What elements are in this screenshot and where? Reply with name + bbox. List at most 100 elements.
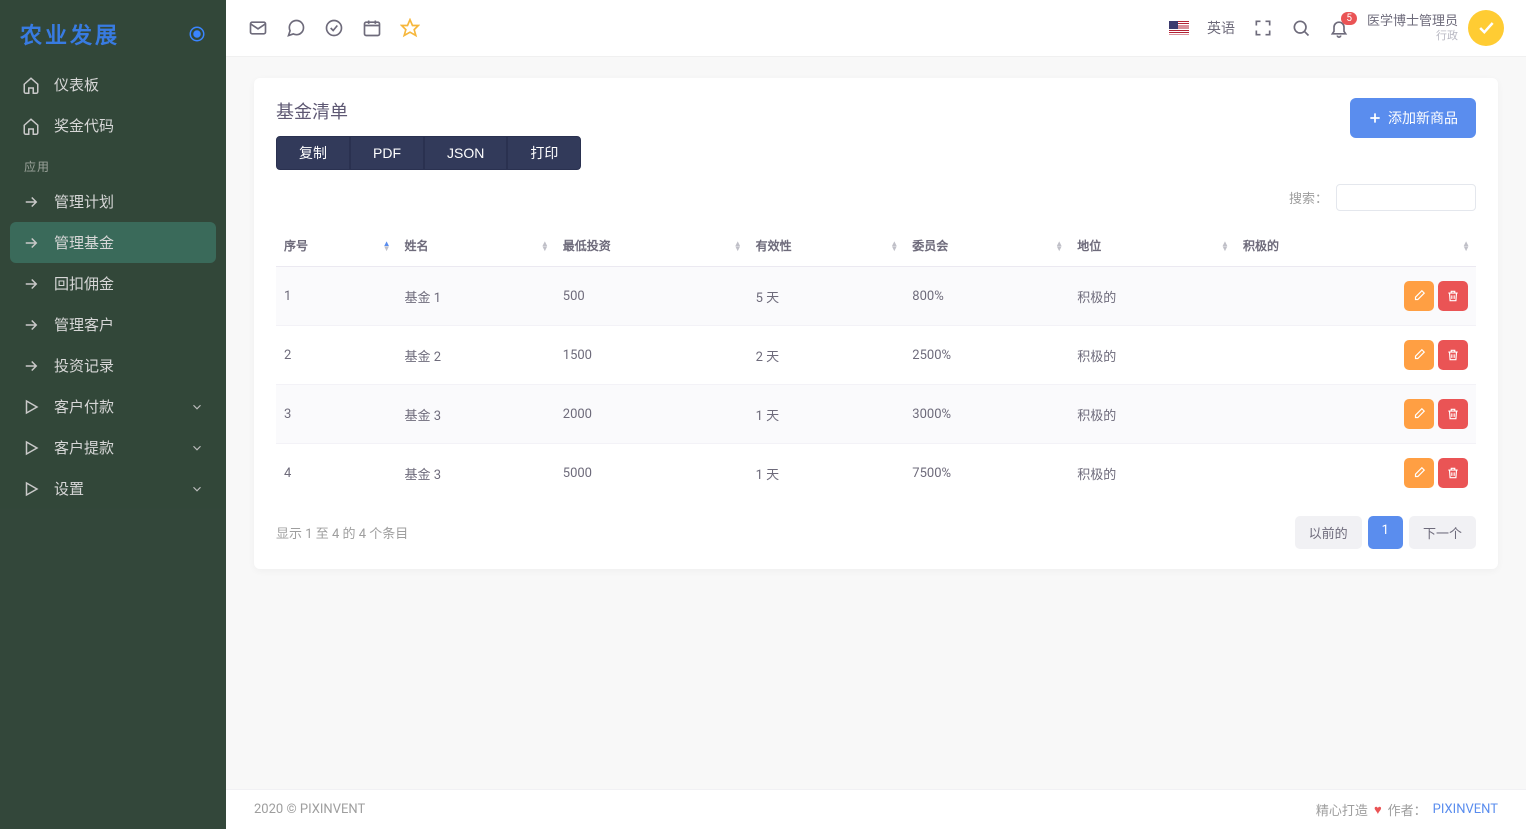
chevron-down-icon — [190, 441, 204, 455]
search-label: 搜索： — [1289, 188, 1328, 207]
search-row: 搜索： — [276, 184, 1476, 211]
avatar — [1468, 10, 1504, 46]
sidebar-item-label: 客户付款 — [54, 396, 114, 417]
nav: 仪表板 奖金代码 应用 管理计划管理基金回扣佣金管理客户投资记录客户付款客户提款… — [0, 60, 226, 513]
sidebar-item-7[interactable]: 设置 — [10, 468, 216, 509]
cell-n: 4 — [276, 444, 397, 503]
sidebar-item-2[interactable]: 回扣佣金 — [10, 263, 216, 304]
cell-name: 基金 3 — [397, 444, 555, 503]
export-pdf[interactable]: PDF — [350, 136, 424, 170]
pager-next[interactable]: 下一个 — [1409, 516, 1476, 549]
pager-page-1[interactable]: 1 — [1368, 516, 1403, 549]
footer-made: 精心打造 — [1316, 800, 1368, 819]
mail-icon[interactable] — [248, 18, 268, 38]
col-2[interactable]: 最低投资▲▼ — [555, 225, 748, 267]
search-input[interactable] — [1336, 184, 1476, 211]
check-icon[interactable] — [324, 18, 344, 38]
cell-comm: 7500% — [904, 444, 1069, 503]
arrow-icon — [22, 275, 44, 293]
edit-button[interactable] — [1404, 340, 1434, 370]
sidebar-item-dashboard[interactable]: 仪表板 — [10, 64, 216, 105]
col-5[interactable]: 地位▲▼ — [1069, 225, 1235, 267]
col-3[interactable]: 有效性▲▼ — [748, 225, 905, 267]
sidebar-item-bonus[interactable]: 奖金代码 — [10, 105, 216, 146]
sidebar-item-label: 仪表板 — [54, 74, 99, 95]
delete-button[interactable] — [1438, 458, 1468, 488]
home-icon — [22, 117, 44, 135]
edit-button[interactable] — [1404, 399, 1434, 429]
sidebar-item-label: 客户提款 — [54, 437, 114, 458]
cell-name: 基金 3 — [397, 385, 555, 444]
cell-status: 积极的 — [1069, 267, 1235, 326]
fullscreen-icon[interactable] — [1253, 18, 1273, 38]
brand-title[interactable]: 农业发展 — [20, 18, 120, 50]
delete-button[interactable] — [1438, 281, 1468, 311]
add-new-button[interactable]: 添加新商品 — [1350, 98, 1476, 138]
flag-icon[interactable] — [1169, 21, 1189, 35]
data-table: 序号▲▼姓名▲▼最低投资▲▼有效性▲▼委员会▲▼地位▲▼积极的▲▼ 1基金 15… — [276, 225, 1476, 502]
play-icon — [22, 439, 44, 457]
sort-icon: ▲▼ — [1055, 241, 1063, 251]
topbar: 英语 5 医学博士管理员 行政 — [226, 0, 1526, 56]
edit-button[interactable] — [1404, 281, 1434, 311]
arrow-icon — [22, 234, 44, 252]
cell-comm: 800% — [904, 267, 1069, 326]
calendar-icon[interactable] — [362, 18, 382, 38]
col-0[interactable]: 序号▲▼ — [276, 225, 397, 267]
content: 基金清单 复制PDFJSON打印 添加新商品 搜索： 序号▲▼姓名▲▼最低投资▲… — [226, 56, 1526, 789]
sidebar-item-4[interactable]: 投资记录 — [10, 345, 216, 386]
col-label: 最低投资 — [563, 239, 611, 253]
pager-prev[interactable]: 以前的 — [1295, 516, 1362, 549]
footer: 2020 © PIXINVENT 精心打造 ♥ 作者： PIXINVENT — [226, 789, 1526, 829]
col-label: 积极的 — [1243, 239, 1279, 253]
bell-icon[interactable]: 5 — [1329, 18, 1349, 38]
export-复制[interactable]: 复制 — [276, 136, 350, 170]
sidebar-item-3[interactable]: 管理客户 — [10, 304, 216, 345]
add-new-label: 添加新商品 — [1388, 108, 1458, 128]
star-icon[interactable] — [400, 18, 420, 38]
export-buttons: 复制PDFJSON打印 — [276, 136, 581, 170]
col-6[interactable]: 积极的▲▼ — [1235, 225, 1476, 267]
language-select[interactable]: 英语 — [1207, 18, 1235, 38]
sidebar-item-label: 管理计划 — [54, 191, 114, 212]
table-row: 2基金 215002 天2500%积极的 — [276, 326, 1476, 385]
target-icon[interactable] — [188, 25, 206, 43]
sidebar-item-0[interactable]: 管理计划 — [10, 181, 216, 222]
cell-comm: 2500% — [904, 326, 1069, 385]
sidebar-item-1[interactable]: 管理基金 — [10, 222, 216, 263]
sort-icon: ▲▼ — [541, 241, 549, 251]
user-menu[interactable]: 医学博士管理员 行政 — [1367, 10, 1504, 46]
cell-n: 3 — [276, 385, 397, 444]
col-1[interactable]: 姓名▲▼ — [397, 225, 555, 267]
cell-valid: 5 天 — [748, 267, 905, 326]
user-role: 行政 — [1367, 29, 1458, 42]
table-footer: 显示 1 至 4 的 4 个条目 以前的 1 下一个 — [276, 516, 1476, 549]
sidebar-item-5[interactable]: 客户付款 — [10, 386, 216, 427]
sidebar-item-label: 管理基金 — [54, 232, 114, 253]
delete-button[interactable] — [1438, 399, 1468, 429]
cell-name: 基金 1 — [397, 267, 555, 326]
heart-icon: ♥ — [1374, 802, 1382, 818]
col-4[interactable]: 委员会▲▼ — [904, 225, 1069, 267]
cell-n: 1 — [276, 267, 397, 326]
search-icon[interactable] — [1291, 18, 1311, 38]
cell-actions — [1235, 326, 1476, 385]
cell-valid: 1 天 — [748, 444, 905, 503]
cell-n: 2 — [276, 326, 397, 385]
sidebar: 农业发展 仪表板 奖金代码 应用 管理计划管理基金回扣佣金管理客户投资记录客户付… — [0, 0, 226, 829]
col-label: 序号 — [284, 239, 308, 253]
delete-button[interactable] — [1438, 340, 1468, 370]
export-json[interactable]: JSON — [424, 136, 507, 170]
chat-icon[interactable] — [286, 18, 306, 38]
pager: 以前的 1 下一个 — [1295, 516, 1476, 549]
export-打印[interactable]: 打印 — [507, 136, 581, 170]
sidebar-item-label: 投资记录 — [54, 355, 114, 376]
user-text: 医学博士管理员 行政 — [1367, 14, 1458, 43]
cell-min: 1500 — [555, 326, 748, 385]
edit-button[interactable] — [1404, 458, 1434, 488]
arrow-icon — [22, 357, 44, 375]
notification-badge: 5 — [1341, 12, 1357, 25]
footer-by[interactable]: PIXINVENT — [1433, 802, 1498, 817]
sidebar-item-label: 奖金代码 — [54, 115, 114, 136]
sidebar-item-6[interactable]: 客户提款 — [10, 427, 216, 468]
